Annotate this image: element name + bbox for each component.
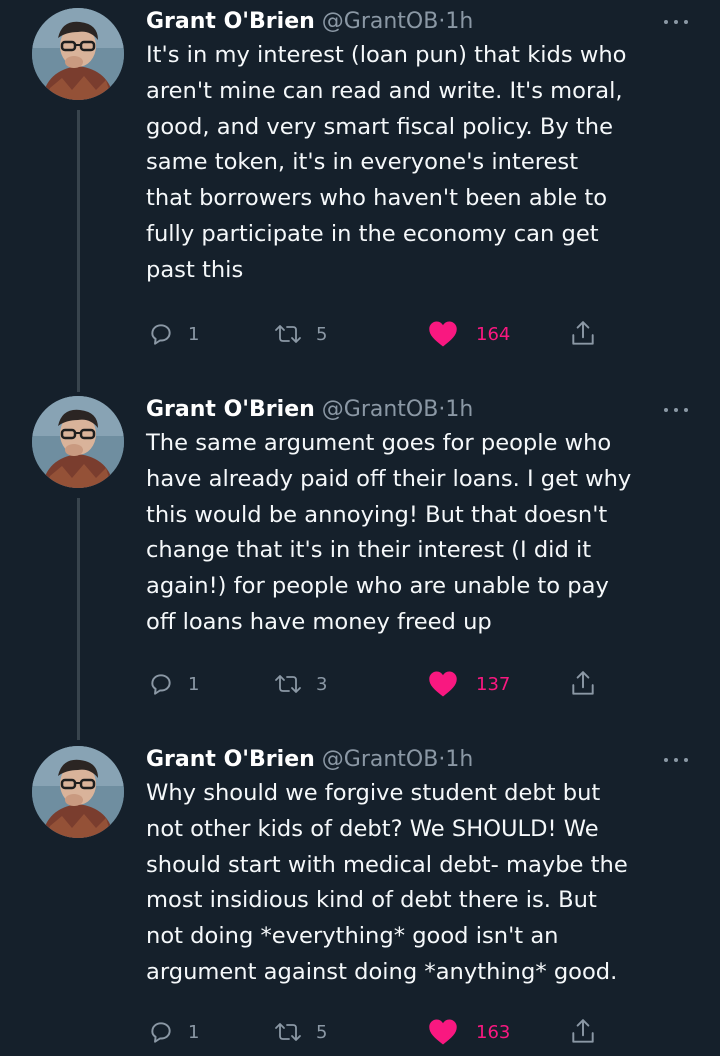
author-name[interactable]: Grant O'Brien [146, 747, 315, 772]
avatar-icon [32, 746, 124, 838]
avatar[interactable] [32, 396, 124, 488]
tweet[interactable]: Grant O'Brien @GrantOB·1h It's in my int… [0, 8, 720, 378]
share-button[interactable] [570, 314, 596, 354]
retweet-button[interactable]: 3 [274, 664, 327, 704]
heart-icon [429, 321, 457, 347]
share-button[interactable] [570, 664, 596, 704]
retweet-icon [275, 675, 301, 693]
reply-icon [151, 324, 171, 345]
retweet-count: 5 [316, 323, 328, 345]
timestamp[interactable]: 1h [445, 747, 473, 772]
like-button[interactable]: 137 [428, 664, 510, 704]
retweet-icon [275, 325, 301, 343]
author-handle[interactable]: @GrantOB [322, 747, 439, 772]
heart-icon [429, 1019, 457, 1045]
more-options-icon[interactable] [664, 400, 688, 420]
share-icon [572, 321, 594, 345]
tweet[interactable]: Grant O'Brien @GrantOB·1h The same argum… [0, 396, 720, 726]
reply-button[interactable]: 1 [148, 314, 199, 354]
retweet-button[interactable]: 5 [274, 314, 327, 354]
avatar-icon [32, 396, 124, 488]
tweet-text: It's in my interest (loan pun) that kids… [146, 42, 627, 283]
tweet-header: Grant O'Brien @GrantOB·1h [146, 4, 473, 40]
avatar[interactable] [32, 8, 124, 100]
reply-icon [151, 674, 171, 695]
tweet-actions: 1 5 163 [146, 1012, 616, 1052]
retweet-button[interactable]: 5 [274, 1012, 327, 1052]
tweet-actions: 1 5 164 [146, 314, 616, 354]
tweet-text: Why should we forgive student debt but n… [146, 780, 628, 985]
author-handle[interactable]: @GrantOB [322, 397, 439, 422]
timestamp[interactable]: 1h [445, 9, 473, 34]
like-count: 163 [476, 1021, 511, 1043]
reply-icon [151, 1022, 171, 1043]
like-button[interactable]: 164 [428, 314, 510, 354]
reply-button[interactable]: 1 [148, 1012, 199, 1052]
author-handle[interactable]: @GrantOB [322, 9, 439, 34]
tweet-header: Grant O'Brien @GrantOB·1h [146, 742, 473, 778]
reply-count: 1 [188, 323, 200, 345]
avatar-icon [32, 8, 124, 100]
more-options-icon[interactable] [664, 750, 688, 770]
retweet-count: 5 [316, 1021, 328, 1043]
share-icon [572, 671, 594, 695]
like-count: 137 [476, 673, 511, 695]
more-options-icon[interactable] [664, 12, 688, 32]
reply-count: 1 [188, 1021, 200, 1043]
retweet-icon [275, 1023, 301, 1041]
like-count: 164 [476, 323, 511, 345]
retweet-count: 3 [316, 673, 328, 695]
reply-count: 1 [188, 673, 200, 695]
tweet-header: Grant O'Brien @GrantOB·1h [146, 392, 473, 428]
tweet-actions: 1 3 137 [146, 664, 616, 704]
author-name[interactable]: Grant O'Brien [146, 9, 315, 34]
share-button[interactable] [570, 1012, 596, 1052]
like-button[interactable]: 163 [428, 1012, 510, 1052]
heart-icon [429, 671, 457, 697]
tweet[interactable]: Grant O'Brien @GrantOB·1h Why should we … [0, 746, 720, 1056]
share-icon [572, 1019, 594, 1043]
tweet-text: The same argument goes for people who ha… [146, 430, 632, 635]
reply-button[interactable]: 1 [148, 664, 199, 704]
timestamp[interactable]: 1h [445, 397, 473, 422]
avatar[interactable] [32, 746, 124, 838]
author-name[interactable]: Grant O'Brien [146, 397, 315, 422]
